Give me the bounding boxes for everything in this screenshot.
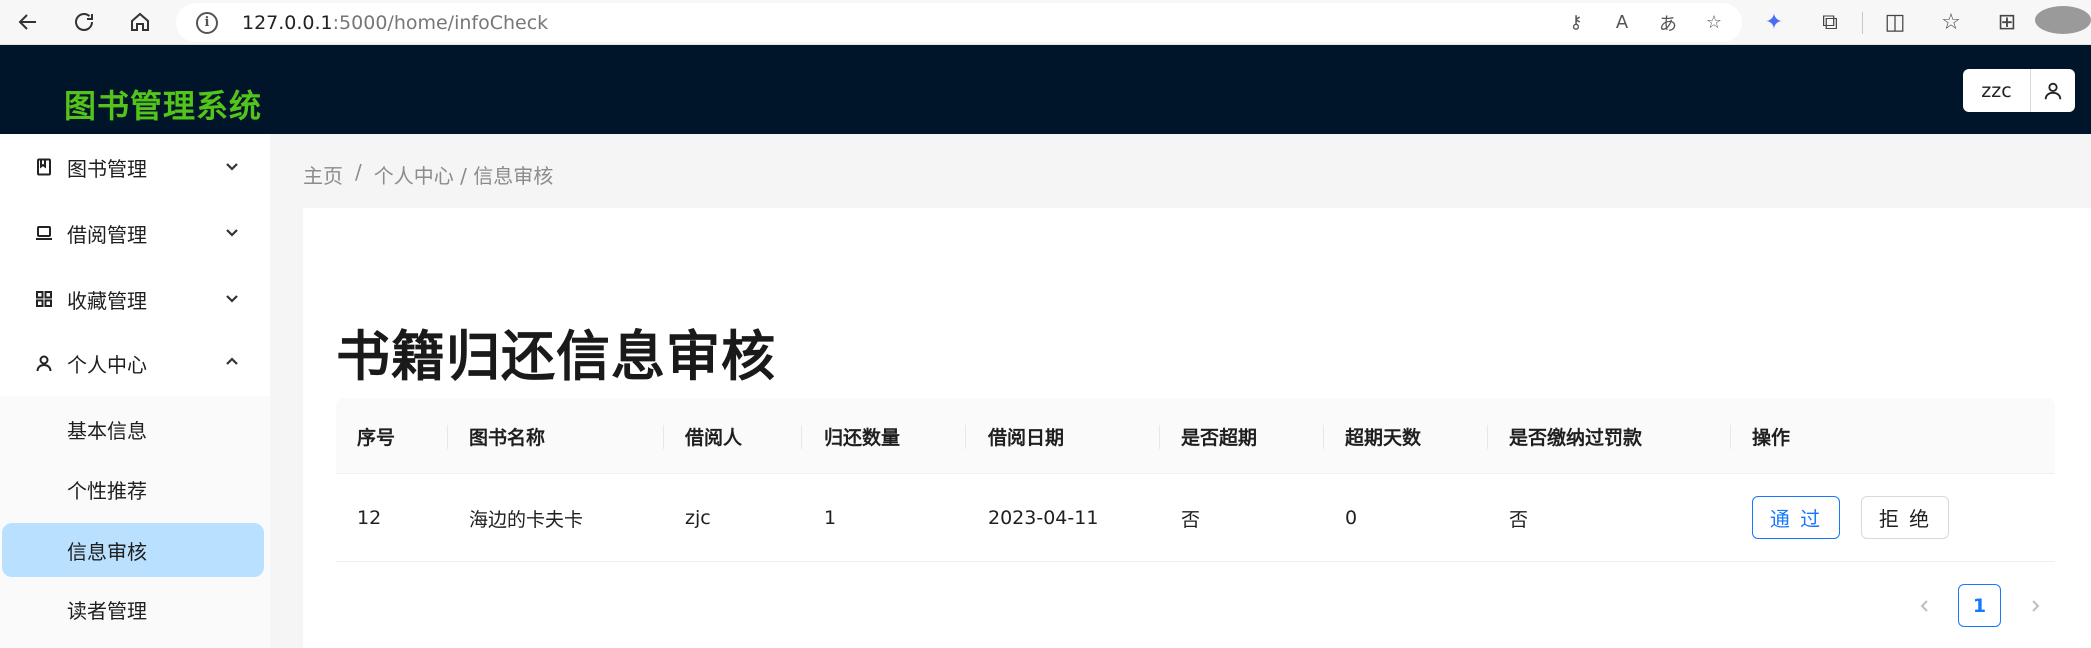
toolbar-divider bbox=[1862, 11, 1863, 34]
breadcrumb: 主页 / 个人中心 / 信息审核 bbox=[303, 160, 553, 189]
reload-icon bbox=[75, 13, 93, 31]
column-divider bbox=[447, 425, 448, 449]
sidebar-subitem-label: 信息审核 bbox=[67, 539, 147, 564]
reject-button[interactable]: 拒 绝 bbox=[1861, 496, 1949, 539]
pass-button[interactable]: 通 过 bbox=[1752, 496, 1840, 539]
sidebar-subitem-basic-info[interactable]: 基本信息 bbox=[0, 402, 270, 456]
extensions-icon[interactable]: ⧉ bbox=[1802, 10, 1858, 35]
url-path: :5000/home/infoCheck bbox=[332, 11, 549, 34]
cell-return-count: 1 bbox=[824, 507, 837, 529]
split-screen-icon[interactable]: ◫ bbox=[1867, 10, 1923, 35]
copilot-icon[interactable]: ✦ bbox=[1746, 10, 1802, 35]
pagination-page-current[interactable]: 1 bbox=[1958, 584, 2001, 627]
column-header-id: 序号 bbox=[357, 426, 396, 449]
cell-id: 12 bbox=[357, 507, 382, 529]
app-header: 图书管理系统 zzc bbox=[0, 45, 2091, 134]
read-aloud-icon[interactable]: A bbox=[1610, 12, 1634, 33]
chevron-right-icon bbox=[2032, 600, 2040, 612]
info-icon[interactable]: i bbox=[196, 11, 218, 34]
chevron-left-icon bbox=[1920, 600, 1928, 612]
column-divider bbox=[1730, 425, 1731, 449]
sidebar-subitem-recommendation[interactable]: 个性推荐 bbox=[0, 462, 270, 516]
column-header-overdue: 是否超期 bbox=[1181, 426, 1258, 449]
key-icon[interactable]: ⚷ bbox=[1564, 12, 1588, 33]
address-bar[interactable]: i 127.0.0.1:5000/home/infoCheck ⚷ A あ ☆ bbox=[176, 3, 1742, 42]
cell-borrow-date: 2023-04-11 bbox=[988, 507, 1099, 529]
pagination-next-button[interactable] bbox=[2019, 590, 2051, 622]
chevron-up-icon bbox=[224, 354, 240, 370]
sidebar-item-personal-center[interactable]: 个人中心 bbox=[0, 330, 270, 396]
sidebar: 图书管理 借阅管理 收藏管理 个人中心 基本信息 个性推荐 信息审核 读者管理 bbox=[0, 134, 270, 648]
column-header-borrow-date: 借阅日期 bbox=[988, 426, 1065, 449]
column-header-book-name: 图书名称 bbox=[469, 426, 546, 449]
column-header-overdue-days: 超期天数 bbox=[1345, 426, 1422, 449]
column-header-borrower: 借阅人 bbox=[685, 426, 743, 449]
cell-overdue: 否 bbox=[1181, 508, 1201, 531]
appstore-icon bbox=[35, 290, 53, 308]
column-divider bbox=[1323, 425, 1324, 449]
sidebar-item-book-management[interactable]: 图书管理 bbox=[0, 134, 270, 200]
arrow-left-icon bbox=[18, 14, 36, 30]
browser-toolbar: i 127.0.0.1:5000/home/infoCheck ⚷ A あ ☆ … bbox=[0, 0, 2091, 45]
sidebar-item-favorites-management[interactable]: 收藏管理 bbox=[0, 266, 270, 332]
user-menu[interactable]: zzc bbox=[1963, 69, 2075, 112]
table-row: 12 海边的卡夫卡 zjc 1 2023-04-11 否 0 否 通 过 拒 绝 bbox=[336, 474, 2055, 562]
sidebar-item-label: 收藏管理 bbox=[67, 288, 147, 313]
cell-book-name: 海边的卡夫卡 bbox=[469, 508, 584, 531]
chevron-down-icon bbox=[224, 224, 240, 240]
home-icon bbox=[131, 12, 149, 31]
sidebar-subitem-reader-management[interactable]: 读者管理 bbox=[0, 582, 270, 636]
username[interactable]: zzc bbox=[1963, 69, 2031, 112]
breadcrumb-home[interactable]: 主页 bbox=[303, 160, 343, 189]
back-button[interactable] bbox=[0, 0, 56, 45]
column-header-actions: 操作 bbox=[1752, 426, 1791, 449]
url-host: 127.0.0.1 bbox=[242, 11, 333, 34]
sidebar-item-label: 借阅管理 bbox=[67, 222, 147, 247]
favorite-star-icon[interactable]: ☆ bbox=[1702, 12, 1726, 33]
avatar bbox=[2035, 5, 2091, 34]
chevron-down-icon bbox=[224, 290, 240, 306]
table-header: 序号 图书名称 借阅人 归还数量 借阅日期 是否超期 超期天数 是否缴纳过罚款 … bbox=[336, 398, 2055, 474]
sidebar-item-label: 图书管理 bbox=[67, 156, 147, 181]
sidebar-subitem-info-check[interactable]: 信息审核 bbox=[2, 523, 264, 577]
collections-icon[interactable]: ⊞ bbox=[1979, 10, 2035, 35]
column-divider bbox=[801, 425, 802, 449]
user-icon bbox=[2044, 82, 2062, 99]
home-button[interactable] bbox=[112, 0, 168, 45]
sidebar-item-borrow-management[interactable]: 借阅管理 bbox=[0, 200, 270, 266]
column-divider bbox=[965, 425, 966, 449]
url-text[interactable]: 127.0.0.1:5000/home/infoCheck bbox=[242, 12, 548, 34]
favorites-icon[interactable]: ☆ bbox=[1923, 10, 1979, 35]
breadcrumb-separator: / bbox=[355, 160, 362, 184]
pagination-prev-button[interactable] bbox=[1909, 590, 1941, 622]
translate-icon[interactable]: あ bbox=[1656, 10, 1680, 36]
laptop-icon bbox=[35, 224, 53, 242]
cell-fine-paid: 否 bbox=[1509, 508, 1529, 531]
user-icon bbox=[35, 354, 53, 372]
cell-overdue-days: 0 bbox=[1345, 507, 1358, 529]
sidebar-subitem-label: 个性推荐 bbox=[67, 478, 147, 503]
sidebar-item-label: 个人中心 bbox=[67, 352, 147, 377]
breadcrumb-path: 个人中心 / 信息审核 bbox=[373, 164, 554, 188]
column-divider bbox=[1487, 425, 1488, 449]
sidebar-subitem-label: 读者管理 bbox=[67, 598, 147, 623]
column-divider bbox=[663, 425, 664, 449]
column-header-return-count: 归还数量 bbox=[824, 426, 901, 449]
sidebar-subitem-label: 基本信息 bbox=[67, 418, 147, 443]
book-icon bbox=[35, 158, 53, 176]
app-title: 图书管理系统 bbox=[64, 87, 263, 125]
user-avatar-button[interactable] bbox=[2031, 69, 2075, 112]
chevron-down-icon bbox=[224, 158, 240, 174]
page-title: 书籍归还信息审核 bbox=[336, 325, 776, 388]
reload-button[interactable] bbox=[56, 0, 112, 45]
column-header-fine-paid: 是否缴纳过罚款 bbox=[1509, 426, 1643, 449]
column-divider bbox=[1159, 425, 1160, 449]
cell-borrower: zjc bbox=[685, 507, 711, 529]
profile-button[interactable] bbox=[2035, 5, 2091, 40]
